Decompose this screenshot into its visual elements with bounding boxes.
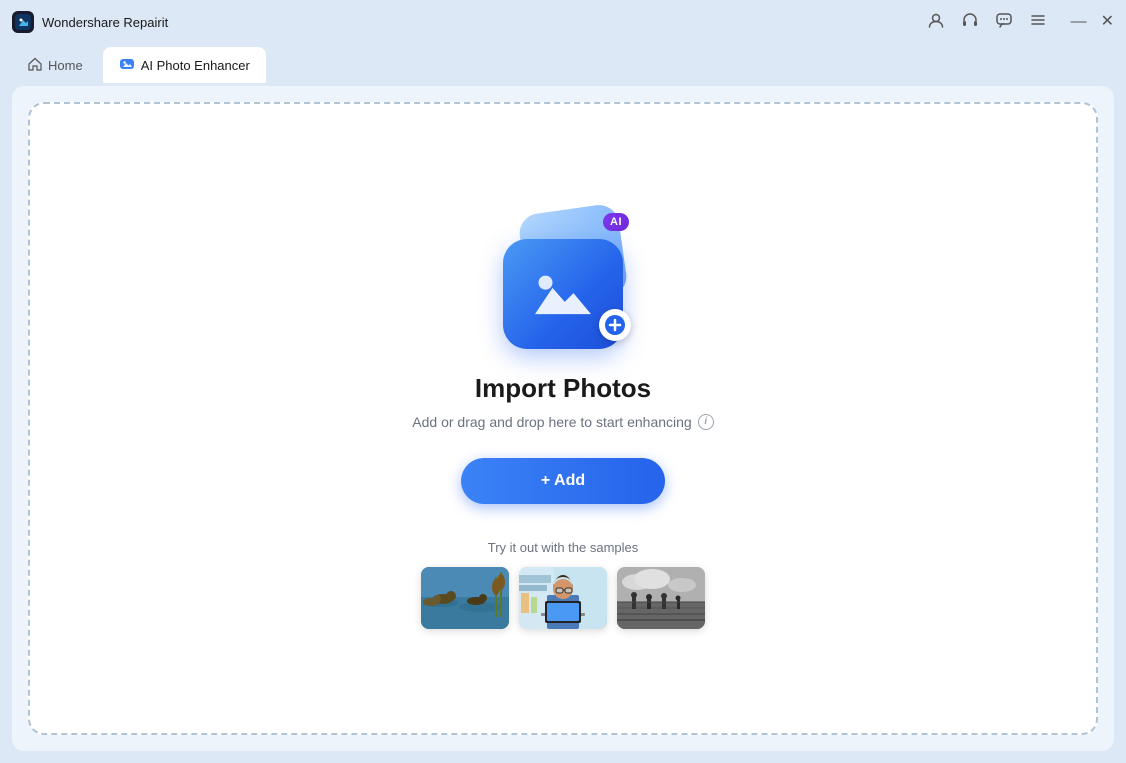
add-button[interactable]: + Add xyxy=(461,458,665,504)
main-content: AI Import Photos Add or drag and drop he… xyxy=(12,86,1114,751)
samples-row xyxy=(421,567,705,629)
tab-bar: Home AI Photo Enhancer xyxy=(0,44,1126,86)
info-icon[interactable]: i xyxy=(698,414,714,430)
drop-zone[interactable]: AI Import Photos Add or drag and drop he… xyxy=(28,102,1098,735)
ai-photo-tab-label: AI Photo Enhancer xyxy=(141,58,250,73)
plus-badge xyxy=(599,309,631,341)
user-icon[interactable] xyxy=(927,11,945,34)
headphone-icon[interactable] xyxy=(961,11,979,34)
app-logo-icon xyxy=(12,11,34,33)
sample-field-bw[interactable] xyxy=(617,567,705,629)
title-bar-left: Wondershare Repairit xyxy=(12,11,168,33)
title-bar-right: — ✕ xyxy=(927,11,1114,34)
minimize-button[interactable]: — xyxy=(1071,14,1087,30)
tab-home[interactable]: Home xyxy=(12,47,99,83)
ai-photo-tab-icon xyxy=(119,56,135,75)
ai-badge: AI xyxy=(603,213,629,231)
samples-label: Try it out with the samples xyxy=(488,540,639,555)
import-subtitle: Add or drag and drop here to start enhan… xyxy=(412,414,713,430)
close-button[interactable]: ✕ xyxy=(1101,14,1114,30)
home-tab-label: Home xyxy=(48,58,83,73)
sample-person[interactable] xyxy=(519,567,607,629)
app-title: Wondershare Repairit xyxy=(42,15,168,30)
samples-section: Try it out with the samples xyxy=(421,540,705,629)
home-tab-icon xyxy=(28,57,42,74)
tab-ai-photo-enhancer[interactable]: AI Photo Enhancer xyxy=(103,47,266,83)
window-controls: — ✕ xyxy=(1071,14,1114,30)
import-title: Import Photos xyxy=(475,373,651,404)
menu-icon[interactable] xyxy=(1029,11,1047,34)
title-bar: Wondershare Repairit xyxy=(0,0,1126,44)
enhance-icon-wrapper: AI xyxy=(493,209,633,349)
sample-ducks[interactable] xyxy=(421,567,509,629)
chat-icon[interactable] xyxy=(995,11,1013,34)
